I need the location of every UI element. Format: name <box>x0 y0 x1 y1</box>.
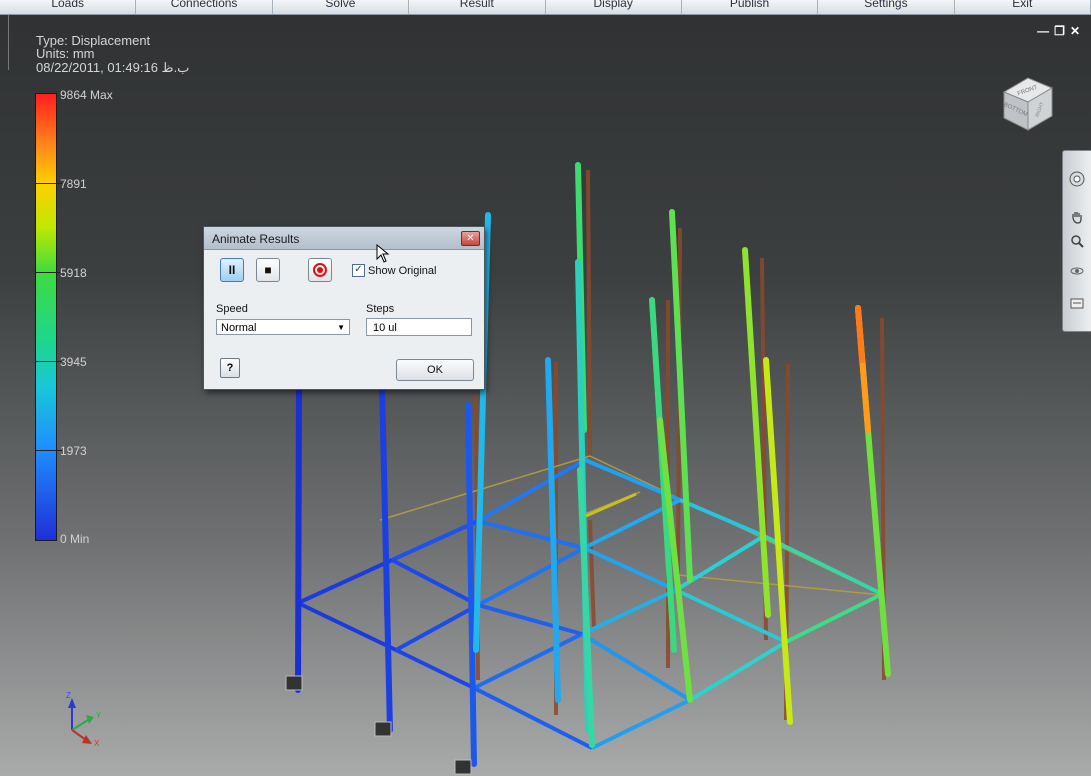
checkbox-check-icon[interactable]: ✓ <box>352 264 365 277</box>
legend-value: 7891 <box>60 177 87 191</box>
zoom-icon[interactable] <box>1069 233 1085 249</box>
legend-tick <box>36 183 62 184</box>
legend-tick <box>36 361 62 362</box>
steering-wheel-icon[interactable] <box>1069 171 1085 187</box>
show-original-checkbox[interactable]: ✓ Show Original <box>352 264 436 277</box>
chevron-down-icon[interactable]: ▼ <box>337 320 345 336</box>
minimize-icon[interactable]: — <box>1037 24 1054 38</box>
speed-select[interactable]: Normal ▼ <box>216 319 350 335</box>
look-at-icon[interactable] <box>1069 295 1085 311</box>
speed-label: Speed <box>216 303 248 315</box>
tab-loads[interactable]: Loads <box>0 0 137 14</box>
navigation-bar <box>1062 150 1091 332</box>
animate-results-dialog: Animate Results ✕ II ■ ✓ Show Original S… <box>203 226 485 390</box>
axis-z-label: Z <box>66 691 71 700</box>
tab-settings[interactable]: Settings <box>818 0 955 14</box>
dialog-title: Animate Results <box>212 232 300 246</box>
speed-value: Normal <box>221 322 257 334</box>
dialog-titlebar[interactable]: Animate Results ✕ <box>204 227 484 250</box>
load-arrow <box>585 492 637 518</box>
supports <box>285 675 472 775</box>
model-viewport[interactable] <box>0 0 1091 776</box>
legend-tick <box>36 272 62 273</box>
tab-solve[interactable]: Solve <box>273 0 410 14</box>
tab-exit[interactable]: Exit <box>955 0 1091 14</box>
legend-tick <box>36 450 62 451</box>
ok-button[interactable]: OK <box>396 359 474 381</box>
viewcube[interactable]: FRONT BOTTOM RIGHT <box>994 70 1058 134</box>
axis-triad: Z Y X <box>66 691 102 748</box>
axis-y-label: Y <box>96 711 102 720</box>
steps-input[interactable]: 10 ul <box>366 318 472 336</box>
show-original-label: Show Original <box>368 264 437 277</box>
legend-value: 3945 <box>60 355 87 369</box>
mouse-cursor-icon <box>376 244 390 263</box>
legend-min: 0 Min <box>60 532 90 546</box>
frame-model <box>285 162 891 775</box>
legend-value: 1973 <box>60 444 87 458</box>
legend-value: 5918 <box>60 266 87 280</box>
result-units: Units: mm <box>36 46 95 61</box>
tab-publish[interactable]: Publish <box>682 0 819 14</box>
pause-button[interactable]: II <box>220 258 244 282</box>
help-button[interactable]: ? <box>220 358 240 378</box>
close-icon[interactable]: ✕ <box>461 231 480 246</box>
ribbon-tabs: Loads Connections Solve Result Display P… <box>0 0 1091 15</box>
restore-icon[interactable]: ❐ <box>1054 24 1070 38</box>
result-datetime: 08/22/2011, 01:49:16 ب.ظ <box>36 60 190 75</box>
pan-hand-icon[interactable] <box>1069 209 1085 225</box>
orbit-icon[interactable] <box>1069 263 1085 279</box>
tab-connections[interactable]: Connections <box>136 0 273 14</box>
close-icon[interactable]: ✕ <box>1070 24 1085 38</box>
legend-max: 9864 Max <box>60 88 113 102</box>
panel-edge <box>0 15 9 70</box>
axis-x-label: X <box>94 739 100 748</box>
stop-button[interactable]: ■ <box>256 258 280 282</box>
tab-result[interactable]: Result <box>409 0 546 14</box>
color-legend-bar <box>36 94 56 540</box>
steps-label: Steps <box>366 303 395 315</box>
record-icon <box>313 263 327 277</box>
record-button[interactable] <box>308 258 332 282</box>
tab-display[interactable]: Display <box>546 0 682 14</box>
window-controls: —❐✕ <box>1037 24 1085 38</box>
